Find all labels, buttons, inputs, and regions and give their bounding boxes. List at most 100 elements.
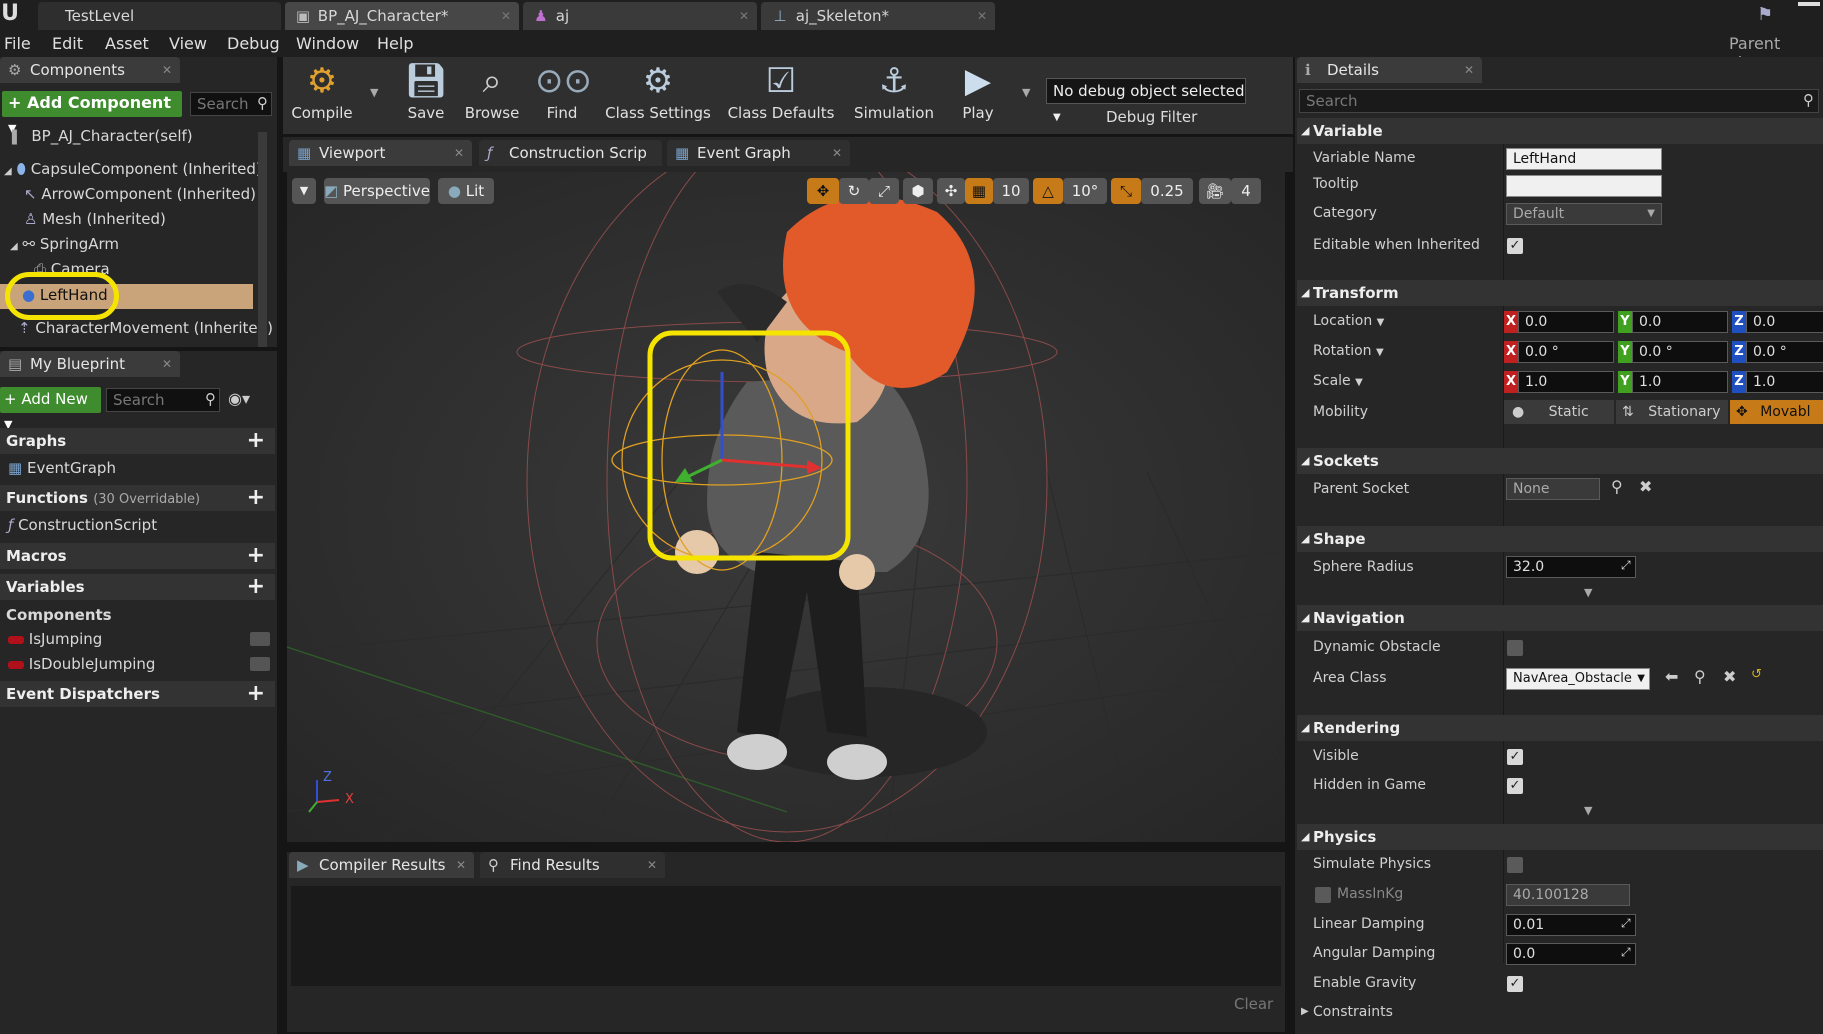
- sphere-radius-input[interactable]: 32.0: [1506, 556, 1636, 578]
- tab-event-graph[interactable]: ▦ Event Graph ✕: [667, 140, 850, 166]
- browse-socket-icon[interactable]: ⚲: [1611, 477, 1623, 496]
- camera-speed-value[interactable]: 4: [1231, 178, 1261, 204]
- hidden-in-game-checkbox[interactable]: ✓: [1507, 778, 1523, 794]
- construction-script-item[interactable]: ƒ ConstructionScript: [8, 516, 157, 534]
- simulation-button[interactable]: ⚓ Simulation: [852, 58, 936, 128]
- tree-item-springarm[interactable]: ◢ ⚯ SpringArm: [10, 235, 119, 253]
- location-z-input[interactable]: 0.0: [1746, 311, 1823, 333]
- add-function-plus-icon[interactable]: +: [247, 485, 265, 511]
- details-tab[interactable]: ℹ Details ✕: [1297, 57, 1482, 83]
- viewport[interactable]: Z X ▼ ◩ Perspective ● Lit ✥ ↻ ⤢ ⬢ ✣ ▦ 10…: [287, 172, 1285, 842]
- add-graph-plus-icon[interactable]: +: [247, 428, 265, 454]
- menu-file[interactable]: File: [4, 34, 31, 53]
- minimize-icon[interactable]: [1798, 2, 1820, 22]
- location-label[interactable]: Location ▼: [1313, 313, 1384, 329]
- close-icon[interactable]: ✕: [1464, 57, 1474, 83]
- event-graph-item[interactable]: ▦ EventGraph: [8, 459, 116, 477]
- clear-button[interactable]: Clear: [1234, 995, 1273, 1013]
- scale-z-input[interactable]: 1.0: [1746, 371, 1823, 393]
- rendering-section-header[interactable]: ◢ Rendering: [1297, 715, 1823, 741]
- doc-tab-aj[interactable]: ♟ aj ✕: [523, 2, 757, 30]
- graphs-section[interactable]: Graphs +: [0, 428, 275, 454]
- dynamic-obstacle-checkbox[interactable]: [1507, 640, 1523, 656]
- grid-snap-icon[interactable]: ▦: [965, 178, 993, 204]
- location-x-input[interactable]: 0.0: [1518, 311, 1614, 333]
- scale-x-input[interactable]: 1.0: [1518, 371, 1614, 393]
- expand-advanced-icon[interactable]: ▼: [1584, 804, 1592, 817]
- variable-name-input[interactable]: LeftHand: [1506, 148, 1662, 170]
- scale-mode-icon[interactable]: ⤢: [869, 178, 899, 204]
- clear-socket-icon[interactable]: ✖: [1639, 477, 1652, 496]
- blueprint-search-input[interactable]: Search ⚲: [106, 388, 220, 412]
- rotation-snap-value[interactable]: 10°: [1063, 178, 1107, 204]
- visibility-eye-icon[interactable]: ◉▾: [228, 389, 250, 408]
- variable-isjumping[interactable]: IsJumping: [8, 630, 102, 648]
- tree-item-arrow[interactable]: ↖ ArrowComponent (Inherited): [24, 185, 256, 203]
- tab-find-results[interactable]: ⚲ Find Results ✕: [480, 852, 665, 878]
- mobility-static-option[interactable]: ● Static: [1504, 400, 1614, 424]
- add-new-button[interactable]: + Add New ▼: [0, 387, 101, 431]
- close-icon[interactable]: ✕: [977, 2, 987, 30]
- scale-snap-value[interactable]: 0.25: [1141, 178, 1193, 204]
- close-icon[interactable]: ✕: [162, 57, 172, 83]
- tab-compiler-results[interactable]: ▶ Compiler Results ✕: [289, 852, 474, 878]
- use-selected-arrow-icon[interactable]: ⬅: [1665, 667, 1678, 686]
- expand-advanced-icon[interactable]: ▼: [1584, 586, 1592, 599]
- browse-icon[interactable]: ⚲: [1694, 667, 1706, 686]
- play-options-chevron-icon[interactable]: ▼: [1022, 86, 1030, 99]
- scale-snap-icon[interactable]: ⤡: [1111, 178, 1141, 204]
- drag-value-icon[interactable]: ⤢: [1621, 916, 1631, 931]
- scale-y-input[interactable]: 1.0: [1632, 371, 1728, 393]
- surface-snap-icon[interactable]: ✣: [937, 178, 965, 204]
- visibility-toggle-icon[interactable]: [250, 657, 270, 671]
- menu-asset[interactable]: Asset: [105, 34, 149, 53]
- angular-damping-input[interactable]: 0.0: [1506, 943, 1636, 965]
- menu-window[interactable]: Window: [296, 34, 359, 53]
- macros-section[interactable]: Macros +: [0, 543, 275, 569]
- reset-to-default-icon[interactable]: ↺: [1751, 667, 1762, 682]
- close-icon[interactable]: ✕: [456, 852, 466, 878]
- rotation-z-input[interactable]: 0.0 °: [1746, 341, 1823, 363]
- visible-checkbox[interactable]: ✓: [1507, 749, 1523, 765]
- rotation-x-input[interactable]: 0.0 °: [1518, 341, 1614, 363]
- transform-section-header[interactable]: ◢ Transform: [1297, 280, 1823, 306]
- menu-view[interactable]: View: [169, 34, 207, 53]
- location-y-input[interactable]: 0.0: [1632, 311, 1728, 333]
- add-variable-plus-icon[interactable]: +: [247, 574, 265, 600]
- rotation-y-input[interactable]: 0.0 °: [1632, 341, 1728, 363]
- rotation-snap-icon[interactable]: △: [1033, 178, 1063, 204]
- lit-button[interactable]: ● Lit: [438, 178, 494, 204]
- tree-item-charactermovement[interactable]: ⇡ CharacterMovement (Inherited): [18, 319, 273, 337]
- mobility-movable-option[interactable]: ✥ Movabl: [1730, 400, 1823, 424]
- compile-options-chevron-icon[interactable]: ▼: [370, 86, 378, 99]
- tab-viewport[interactable]: ▦ Viewport ✕: [289, 140, 472, 166]
- close-icon[interactable]: ✕: [739, 2, 749, 30]
- menu-help[interactable]: Help: [377, 34, 413, 53]
- camera-speed-icon[interactable]: 🎥︎: [1199, 178, 1231, 204]
- menu-edit[interactable]: Edit: [52, 34, 83, 53]
- details-search-input[interactable]: Search ⚲: [1299, 89, 1819, 113]
- visibility-toggle-icon[interactable]: [250, 632, 270, 646]
- add-dispatcher-plus-icon[interactable]: +: [247, 681, 265, 707]
- my-blueprint-tab[interactable]: ▤ My Blueprint ✕: [0, 351, 180, 377]
- add-macro-plus-icon[interactable]: +: [247, 543, 265, 569]
- viewport-options-button[interactable]: ▼: [292, 178, 316, 204]
- variable-section-header[interactable]: ◢ Variable: [1297, 118, 1823, 144]
- perspective-button[interactable]: ◩ Perspective: [324, 178, 430, 204]
- class-settings-button[interactable]: ⚙ Class Settings: [603, 58, 713, 128]
- close-icon[interactable]: ✕: [647, 852, 657, 878]
- close-icon[interactable]: ✕: [832, 140, 842, 166]
- components-tab[interactable]: ⚙ Components ✕: [0, 57, 180, 83]
- doc-tab-bp-aj-character[interactable]: ▣ BP_AJ_Character* ✕: [285, 2, 519, 30]
- event-dispatchers-section[interactable]: Event Dispatchers +: [0, 681, 275, 707]
- variable-isdoublejumping[interactable]: IsDoubleJumping: [8, 655, 155, 673]
- navigation-section-header[interactable]: ◢ Navigation: [1297, 605, 1823, 631]
- variables-section[interactable]: Variables +: [0, 574, 275, 600]
- functions-section[interactable]: Functions (30 Overridable) +: [0, 485, 275, 511]
- debug-object-select[interactable]: No debug object selected ▼: [1046, 78, 1246, 123]
- doc-tab-testlevel[interactable]: TestLevel: [38, 2, 281, 30]
- class-defaults-button[interactable]: ☑ Class Defaults: [725, 58, 837, 128]
- close-icon[interactable]: ✕: [454, 140, 464, 166]
- components-search-input[interactable]: Search ⚲: [190, 92, 272, 116]
- components-category[interactable]: Components: [6, 606, 112, 624]
